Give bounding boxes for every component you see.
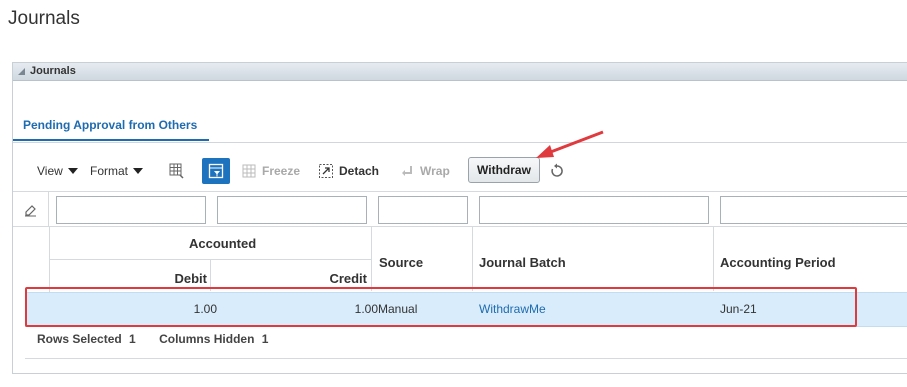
debit-filter-input[interactable] <box>56 196 206 224</box>
journal-batch-filter-input[interactable] <box>479 196 709 224</box>
wrap-button[interactable]: Wrap <box>399 156 450 186</box>
detach-button[interactable]: Detach <box>318 156 379 186</box>
grid-columns-icon <box>169 163 184 179</box>
wrap-icon <box>402 166 412 176</box>
tab-divider <box>13 142 907 143</box>
accounting-period-filter-input[interactable] <box>720 196 907 224</box>
rows-selected-label: Rows Selected <box>37 332 122 346</box>
annotation-highlight-box <box>25 287 857 327</box>
detach-icon <box>319 164 333 178</box>
source-header[interactable]: Source <box>379 255 423 270</box>
view-label: View <box>37 164 63 178</box>
detach-label: Detach <box>339 164 380 178</box>
chevron-down-icon <box>133 168 144 174</box>
page-title: Journals <box>8 8 80 29</box>
freeze-button[interactable]: Freeze <box>241 156 300 186</box>
source-filter-input[interactable] <box>378 196 468 224</box>
format-label: Format <box>90 164 129 178</box>
panel-header[interactable]: Journals <box>13 63 907 81</box>
filter-icon <box>208 163 224 179</box>
eraser-icon <box>24 204 36 216</box>
format-menu[interactable]: Format <box>90 156 144 186</box>
clear-filter-button[interactable] <box>13 192 49 227</box>
collapse-icon[interactable] <box>18 68 25 75</box>
tab-pending-approval[interactable]: Pending Approval from Others <box>13 113 210 141</box>
rows-selected-value: 1 <box>129 332 136 346</box>
accounted-group-header: Accounted <box>189 236 257 251</box>
journals-panel: Journals Pending Approval from Others Vi… <box>12 62 907 374</box>
panel-bottom-divider <box>25 358 907 359</box>
debit-header[interactable]: Debit <box>169 271 208 286</box>
wrap-label: Wrap <box>420 164 450 178</box>
table-status-bar: Rows Selected 1 Columns Hidden 1 <box>37 332 272 346</box>
freeze-icon <box>242 164 256 178</box>
query-by-example-button[interactable] <box>202 158 230 184</box>
filter-row <box>13 191 907 227</box>
refresh-icon <box>551 163 563 177</box>
columns-hidden-value[interactable]: 1 <box>262 332 269 346</box>
journal-batch-header[interactable]: Journal Batch <box>479 255 566 270</box>
columns-hidden-label[interactable]: Columns Hidden <box>159 332 254 346</box>
columns-grid-button[interactable] <box>169 156 190 186</box>
view-menu[interactable]: View <box>37 156 78 186</box>
freeze-label: Freeze <box>262 164 301 178</box>
accounting-period-header[interactable]: Accounting Period <box>720 255 836 270</box>
chevron-down-icon <box>67 168 78 174</box>
table-header: Accounted Debit Credit Source Journal Ba… <box>49 227 907 291</box>
annotation-arrow-icon <box>536 130 604 158</box>
credit-header[interactable]: Credit <box>325 271 367 286</box>
table-toolbar: View Format Freeze Detach Wrap Withdraw <box>13 156 613 186</box>
panel-title: Journals <box>30 65 76 77</box>
credit-filter-input[interactable] <box>217 196 367 224</box>
